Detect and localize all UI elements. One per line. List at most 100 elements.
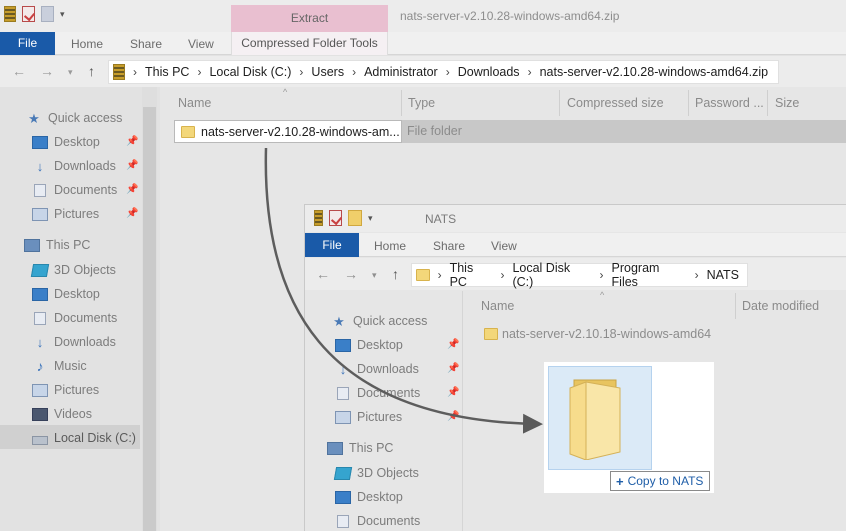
nav-desktop[interactable]: Desktop (32, 132, 100, 152)
nav-this-pc[interactable]: This PC (327, 438, 393, 458)
extract-context-tab[interactable]: Extract (231, 5, 388, 32)
nav-3d-objects[interactable]: 3D Objects (30, 260, 116, 280)
nav-local-disk[interactable]: Local Disk (C:) (32, 428, 136, 448)
nav-label: Music (54, 359, 87, 373)
tab-file[interactable]: File (305, 233, 359, 257)
tab-share[interactable]: Share (130, 37, 162, 51)
quick-access-toolbar: ▾ (4, 6, 70, 22)
column-header-date-modified[interactable]: Date modified (742, 299, 819, 313)
address-bar[interactable]: › This PC › Local Disk (C:) › Program Fi… (411, 261, 748, 289)
breadcrumb-downloads[interactable]: Downloads (458, 65, 520, 79)
nav-desktop-pc[interactable]: Desktop (32, 284, 100, 304)
ribbon-tabs (0, 32, 846, 55)
nav-desktop[interactable]: Desktop (335, 335, 403, 355)
customize-toolbar-icon[interactable]: ▾ (60, 9, 70, 19)
nav-pictures[interactable]: Pictures (335, 407, 402, 427)
nav-label: Pictures (54, 207, 100, 221)
breadcrumb-this-pc[interactable]: This PC (450, 261, 493, 289)
nav-downloads[interactable]: ↓ Downloads (32, 156, 116, 176)
column-header-compressed-size[interactable]: Compressed size (567, 96, 664, 110)
file-name: nats-server-v2.10.28-windows-am... (201, 124, 400, 139)
nav-label: Quick access (353, 314, 428, 328)
breadcrumb-local-disk[interactable]: Local Disk (C:) (209, 65, 291, 79)
new-folder-icon[interactable] (41, 6, 54, 22)
copy-tooltip: + Copy to NATS (610, 471, 710, 491)
column-divider[interactable] (559, 90, 560, 116)
forward-arrow-icon[interactable]: → (40, 63, 54, 79)
column-divider[interactable] (688, 90, 689, 116)
breadcrumb-local-disk[interactable]: Local Disk (C:) (512, 261, 591, 289)
back-arrow-icon[interactable]: ← (12, 63, 26, 79)
properties-icon[interactable] (329, 210, 342, 226)
tab-compressed-folder-tools[interactable]: Compressed Folder Tools (231, 32, 388, 55)
tab-home[interactable]: Home (71, 37, 103, 51)
nav-videos[interactable]: Videos (32, 404, 92, 424)
nav-label: Desktop (54, 135, 100, 149)
address-bar[interactable]: › This PC › Local Disk (C:) › Users › Ad… (108, 60, 779, 84)
recent-locations-icon[interactable]: ▾ (372, 270, 377, 281)
column-divider[interactable] (401, 90, 402, 116)
zip-folder-icon (113, 64, 125, 80)
file-type: File folder (407, 124, 462, 138)
nav-pictures-pc[interactable]: Pictures (32, 380, 99, 400)
pin-icon: 📌 (126, 160, 139, 171)
recent-locations-icon[interactable]: ▾ (68, 67, 73, 78)
tab-share[interactable]: Share (433, 239, 465, 253)
nav-documents[interactable]: Documents (335, 383, 420, 403)
nav-quick-access[interactable]: ★ Quick access (26, 108, 122, 128)
column-divider[interactable] (767, 90, 768, 116)
nav-label: This PC (46, 238, 91, 252)
column-header-size[interactable]: Size (775, 96, 799, 110)
nav-documents-pc[interactable]: Documents (335, 511, 420, 531)
nav-downloads[interactable]: ↓ Downloads (335, 359, 419, 379)
back-arrow-icon[interactable]: ← (316, 266, 330, 282)
tab-file[interactable]: File (0, 32, 55, 55)
nav-documents[interactable]: Documents (32, 180, 117, 200)
nav-this-pc[interactable]: This PC (24, 235, 90, 255)
column-header-type[interactable]: Type (408, 96, 435, 110)
video-icon (32, 407, 48, 421)
new-folder-icon[interactable] (348, 210, 362, 226)
pin-icon: 📌 (447, 339, 460, 350)
tab-home[interactable]: Home (374, 239, 406, 253)
nav-documents-pc[interactable]: Documents (32, 308, 117, 328)
file-name[interactable]: nats-server-v2.10.18-windows-amd64 (502, 327, 711, 341)
forward-arrow-icon[interactable]: → (344, 266, 358, 282)
folder-icon (569, 379, 621, 460)
pin-icon: 📌 (126, 208, 139, 219)
nav-music[interactable]: ♪ Music (32, 356, 87, 376)
up-arrow-icon[interactable]: ↑ (392, 266, 399, 282)
properties-icon[interactable] (22, 6, 35, 22)
breadcrumb-program-files[interactable]: Program Files (612, 261, 687, 289)
nav-downloads-pc[interactable]: ↓ Downloads (32, 332, 116, 352)
nav-3d-objects[interactable]: 3D Objects (333, 463, 419, 483)
column-header-name[interactable]: Name (178, 96, 211, 110)
desktop-icon (32, 287, 48, 301)
breadcrumb-zip[interactable]: nats-server-v2.10.28-windows-amd64.zip (540, 65, 769, 79)
quick-access-toolbar: ▾ (314, 210, 378, 226)
breadcrumb-nats[interactable]: NATS (707, 268, 739, 282)
column-header-password[interactable]: Password ... (695, 96, 764, 110)
breadcrumb-users[interactable]: Users (311, 65, 344, 79)
nav-label: Pictures (54, 383, 100, 397)
breadcrumb-administrator[interactable]: Administrator (364, 65, 438, 79)
customize-toolbar-icon[interactable]: ▾ (368, 213, 378, 223)
tab-view[interactable]: View (188, 37, 214, 51)
column-header-name[interactable]: Name (481, 299, 514, 313)
breadcrumb-this-pc[interactable]: This PC (145, 65, 189, 79)
download-icon: ↓ (36, 334, 44, 350)
chevron-right-icon: › (694, 268, 699, 282)
up-arrow-icon[interactable]: ↑ (88, 63, 95, 79)
nav-desktop-pc[interactable]: Desktop (335, 487, 403, 507)
selected-file-name-cell[interactable]: nats-server-v2.10.28-windows-am... (174, 120, 402, 143)
chevron-right-icon: › (133, 65, 137, 79)
tab-view[interactable]: View (491, 239, 517, 253)
cube-icon (30, 263, 50, 277)
pictures-icon (335, 410, 351, 424)
nav-quick-access[interactable]: ★ Quick access (331, 311, 427, 331)
nav-pictures[interactable]: Pictures (32, 204, 99, 224)
nav-scrollbar-thumb[interactable] (143, 107, 156, 531)
nav-label: Documents (54, 183, 118, 197)
pin-icon: 📌 (126, 136, 139, 147)
column-divider[interactable] (735, 293, 736, 319)
